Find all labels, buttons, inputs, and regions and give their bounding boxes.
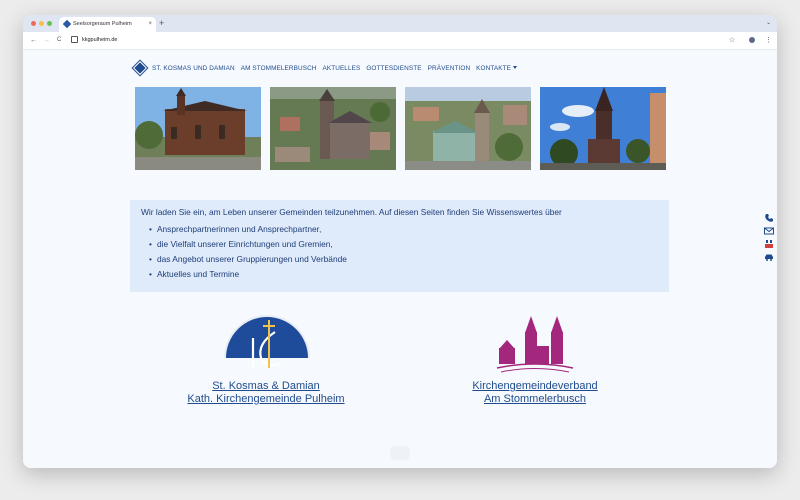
nav-item-aktuelles[interactable]: AKTUELLES xyxy=(323,65,361,72)
nav-item-kontakte-label: KONTAKTE xyxy=(476,64,511,72)
churches-logo-icon[interactable] xyxy=(495,314,575,379)
car-icon[interactable] xyxy=(764,249,774,261)
reload-button[interactable]: C xyxy=(57,32,61,49)
browser-window: Seelsorgeraum Pulheim × + ⌄ ← → C kkgpul… xyxy=(23,15,777,468)
scroll-hint xyxy=(390,446,410,460)
minimize-window-dot[interactable] xyxy=(39,21,44,26)
address-bar[interactable]: kkgpulheim.de xyxy=(71,35,721,46)
url-text: kkgpulheim.de xyxy=(82,37,118,43)
bookmark-star-icon[interactable]: ☆ xyxy=(729,32,735,49)
nav-item-kontakte[interactable]: KONTAKTE xyxy=(476,65,517,72)
profile-icon[interactable] xyxy=(749,37,755,43)
stommelerbusch-link-line1: Kirchengemeindeverband xyxy=(472,380,598,392)
nav-item-st-kosmas[interactable]: ST. KOSMAS UND DAMIAN xyxy=(152,65,235,72)
maximize-window-dot[interactable] xyxy=(47,21,52,26)
church-photo-2 xyxy=(270,87,396,170)
stommelerbusch-link-line2: Am Stommelerbusch xyxy=(483,393,587,405)
site-info-icon[interactable] xyxy=(71,36,78,44)
church-photo-4 xyxy=(540,87,666,170)
main-navigation: ST. KOSMAS UND DAMIAN AM STOMMELERBUSCH … xyxy=(132,60,523,76)
tab-bar: Seelsorgeraum Pulheim × + ⌄ xyxy=(23,15,777,32)
tab-title: Seelsorgeraum Pulheim xyxy=(73,21,132,27)
browser-toolbar: ← → C kkgpulheim.de ☆ ⋮ xyxy=(23,32,777,50)
list-item: Aktuelles und Termine xyxy=(149,267,347,282)
back-button[interactable]: ← xyxy=(30,32,37,49)
close-window-dot[interactable] xyxy=(31,21,36,26)
new-tab-button[interactable]: + xyxy=(159,15,164,32)
intro-lead: Wir laden Sie ein, am Leben unserer Geme… xyxy=(141,207,562,217)
phone-icon[interactable] xyxy=(764,210,774,222)
st-kosmas-logo-icon[interactable] xyxy=(223,314,311,401)
stommelerbusch-link[interactable]: Kirchengemeindeverband Am Stommelerbusch xyxy=(455,380,615,406)
nav-item-gottesdienste[interactable]: GOTTESDIENSTE xyxy=(366,65,421,72)
st-kosmas-link-line2: Kath. Kirchengemeinde Pulheim xyxy=(187,393,345,405)
favicon-icon xyxy=(62,19,72,29)
nav-item-praevention[interactable]: PRÄVENTION xyxy=(428,65,471,72)
church-photo-1 xyxy=(135,87,261,170)
page-content: ST. KOSMAS UND DAMIAN AM STOMMELERBUSCH … xyxy=(23,50,777,468)
tab-close-icon[interactable]: × xyxy=(148,17,152,32)
pdf-icon[interactable] xyxy=(764,236,774,248)
intro-box: Wir laden Sie ein, am Leben unserer Geme… xyxy=(130,200,669,292)
forward-button[interactable]: → xyxy=(43,32,50,49)
browser-menu-icon[interactable]: ⋮ xyxy=(765,32,772,49)
site-logo-icon[interactable] xyxy=(132,60,148,76)
church-photo-3 xyxy=(405,87,531,170)
side-contact-bar xyxy=(764,210,776,262)
intro-list: Ansprechpartnerinnen und Ansprechpartner… xyxy=(149,222,347,282)
tab-search-icon[interactable]: ⌄ xyxy=(766,15,771,32)
list-item: Ansprechpartnerinnen und Ansprechpartner… xyxy=(149,222,347,237)
st-kosmas-link-line1: St. Kosmas & Damian xyxy=(212,380,320,392)
list-item: die Vielfalt unserer Einrichtungen und G… xyxy=(149,237,347,252)
mail-icon[interactable] xyxy=(764,223,774,235)
nav-item-am-stommelerbusch[interactable]: AM STOMMELERBUSCH xyxy=(241,65,317,72)
list-item: das Angebot unserer Gruppierungen und Ve… xyxy=(149,252,347,267)
dropdown-caret-icon xyxy=(512,66,517,70)
browser-tab[interactable]: Seelsorgeraum Pulheim × xyxy=(59,17,156,32)
st-kosmas-link[interactable]: St. Kosmas & Damian Kath. Kirchengemeind… xyxy=(181,380,351,406)
